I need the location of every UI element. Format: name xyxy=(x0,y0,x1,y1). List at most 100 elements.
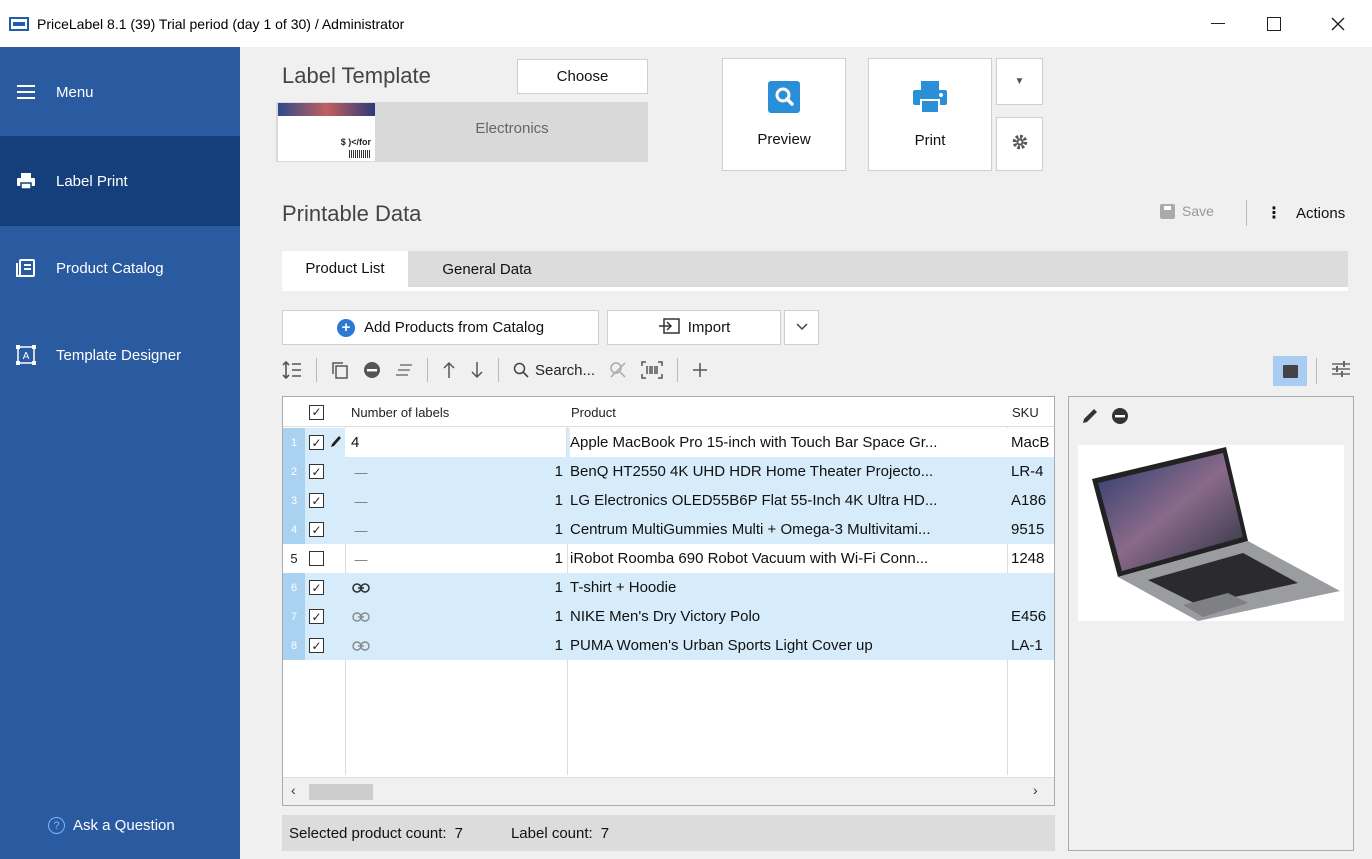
number-of-labels-cell[interactable]: 1 xyxy=(345,544,569,573)
tab-panel-edge xyxy=(282,287,1348,291)
arrow-up-icon[interactable] xyxy=(442,361,456,379)
column-settings-icon[interactable] xyxy=(1331,360,1351,383)
divider xyxy=(1316,358,1317,384)
actions-label: Actions xyxy=(1296,204,1346,222)
app-icon xyxy=(9,16,29,31)
column-header-number-of-labels[interactable]: Number of labels xyxy=(351,397,449,427)
maximize-button[interactable] xyxy=(1251,0,1297,47)
number-of-labels-cell[interactable]: 1 xyxy=(345,631,569,660)
add-products-from-catalog-button[interactable]: + Add Products from Catalog xyxy=(282,310,599,345)
minimize-button[interactable] xyxy=(1195,0,1241,47)
row-checkbox[interactable]: ✓ xyxy=(309,464,324,479)
number-of-labels-cell[interactable]: 1 xyxy=(345,486,569,515)
print-settings-button[interactable] xyxy=(996,117,1043,171)
product-cell: BenQ HT2550 4K UHD HDR Home Theater Proj… xyxy=(570,463,934,480)
number-of-labels-cell[interactable]: 1 xyxy=(345,457,569,486)
arrow-down-icon[interactable] xyxy=(470,361,484,379)
row-index: 7 xyxy=(283,602,305,631)
row-index: 2 xyxy=(283,457,305,486)
row-checkbox[interactable]: ✓ xyxy=(309,580,324,595)
window-title: PriceLabel 8.1 (39) Trial period (day 1 … xyxy=(37,15,405,32)
sidebar-menu-toggle[interactable]: Menu xyxy=(0,47,240,137)
row-checkbox[interactable]: ✓ xyxy=(309,609,324,624)
search-button[interactable]: Search... xyxy=(513,362,595,379)
actions-button[interactable]: ⋮ Actions xyxy=(1266,203,1345,223)
horizontal-scrollbar[interactable]: ‹ › xyxy=(283,777,1054,805)
number-of-labels-input[interactable]: 4 xyxy=(345,428,567,457)
chevron-down-icon: ▼ xyxy=(1014,76,1025,87)
image-icon xyxy=(1282,364,1298,378)
row-checkbox[interactable]: ✓ xyxy=(309,493,324,508)
table-row[interactable]: 7 ✓ 1 NIKE Men's Dry Victory Polo E456 xyxy=(283,602,1054,631)
print-button[interactable]: Print xyxy=(868,58,992,171)
tab-product-list[interactable]: Product List xyxy=(282,251,408,287)
close-button[interactable] xyxy=(1315,0,1361,47)
label-count-label: Label count: xyxy=(510,824,593,842)
print-options-dropdown[interactable]: ▼ xyxy=(996,58,1043,105)
close-icon xyxy=(1331,17,1345,30)
number-of-labels-cell[interactable]: 1 xyxy=(345,573,569,602)
row-index: 8 xyxy=(283,631,305,660)
column-header-sku[interactable]: SKU xyxy=(1012,397,1039,427)
chevron-left-icon[interactable]: ‹ xyxy=(291,782,296,798)
table-row[interactable]: 3 ✓ — 1 LG Electronics OLED55B6P Flat 55… xyxy=(283,486,1054,515)
product-cell: Apple MacBook Pro 15-inch with Touch Bar… xyxy=(570,434,938,451)
remove-circle-icon[interactable] xyxy=(363,361,381,379)
title-bar: PriceLabel 8.1 (39) Trial period (day 1 … xyxy=(0,0,1372,47)
sku-cell: A186 xyxy=(1011,492,1047,509)
search-icon xyxy=(513,362,529,378)
barcode-scan-icon[interactable] xyxy=(641,361,663,379)
remove-image-icon[interactable] xyxy=(1111,407,1129,429)
row-checkbox[interactable]: ✓ xyxy=(309,638,324,653)
add-row-icon[interactable] xyxy=(692,362,708,378)
table-row[interactable]: 4 ✓ — 1 Centrum MultiGummies Multi + Ome… xyxy=(283,515,1054,544)
sidebar-item-template-designer[interactable]: A Template Designer xyxy=(0,310,240,400)
image-panel-toggle[interactable] xyxy=(1273,356,1307,386)
search-label: Search... xyxy=(535,361,596,379)
row-checkbox[interactable]: ✓ xyxy=(309,522,324,537)
clear-list-icon[interactable] xyxy=(395,363,413,377)
import-icon xyxy=(658,317,680,338)
import-button[interactable]: Import xyxy=(607,310,781,345)
sku-cell: LR-4 xyxy=(1011,463,1044,480)
template-selector[interactable]: $ )</for Electronics xyxy=(276,102,648,162)
column-header-product[interactable]: Product xyxy=(571,397,616,427)
copy-icon[interactable] xyxy=(331,361,349,379)
import-dropdown[interactable] xyxy=(784,310,819,345)
scrollbar-thumb[interactable] xyxy=(309,784,373,800)
printer-icon xyxy=(16,172,36,190)
clear-search-icon[interactable] xyxy=(609,361,627,379)
sidebar-item-label: Label Print xyxy=(56,172,128,190)
sku-cell xyxy=(1011,573,1054,602)
more-vertical-icon: ⋮ xyxy=(1266,205,1282,222)
sidebar: Menu Label Print Product Catalog A Templ… xyxy=(0,47,240,859)
edit-image-icon[interactable] xyxy=(1081,407,1099,429)
select-all-checkbox[interactable]: ✓ xyxy=(309,397,324,427)
sort-rows-icon[interactable] xyxy=(282,361,302,379)
product-cell: PUMA Women's Urban Sports Light Cover up xyxy=(570,637,873,654)
product-image-panel xyxy=(1068,396,1354,851)
tab-general-data[interactable]: General Data xyxy=(422,251,552,287)
row-index: 5 xyxy=(283,544,305,573)
number-of-labels-cell[interactable]: 1 xyxy=(345,515,569,544)
row-index: 6 xyxy=(283,573,305,602)
row-checkbox[interactable] xyxy=(309,551,324,566)
table-row[interactable]: 5 — 1 iRobot Roomba 690 Robot Vacuum wit… xyxy=(283,544,1054,573)
save-button[interactable]: Save xyxy=(1160,203,1214,219)
table-row[interactable]: 8 ✓ 1 PUMA Women's Urban Sports Light Co… xyxy=(283,631,1054,660)
sidebar-item-product-catalog[interactable]: Product Catalog xyxy=(0,223,240,313)
table-row[interactable]: 1 ✓ 4 Apple MacBook Pro 15-inch with Tou… xyxy=(283,428,1054,457)
preview-button[interactable]: Preview xyxy=(722,58,846,171)
template-designer-icon: A xyxy=(16,345,36,365)
save-icon xyxy=(1160,203,1175,219)
chevron-right-icon[interactable]: › xyxy=(1033,782,1038,798)
number-of-labels-cell[interactable]: 1 xyxy=(345,602,569,631)
sidebar-item-label-print[interactable]: Label Print xyxy=(0,136,240,226)
table-row[interactable]: 6 ✓ 1 T-shirt + Hoodie xyxy=(283,573,1054,602)
ask-a-question-link[interactable]: ? Ask a Question xyxy=(48,817,175,834)
row-checkbox[interactable]: ✓ xyxy=(309,435,324,450)
table-row[interactable]: 2 ✓ — 1 BenQ HT2550 4K UHD HDR Home Thea… xyxy=(283,457,1054,486)
product-cell: T-shirt + Hoodie xyxy=(570,579,677,596)
choose-button[interactable]: Choose xyxy=(517,59,648,94)
printable-data-heading: Printable Data xyxy=(282,201,422,226)
